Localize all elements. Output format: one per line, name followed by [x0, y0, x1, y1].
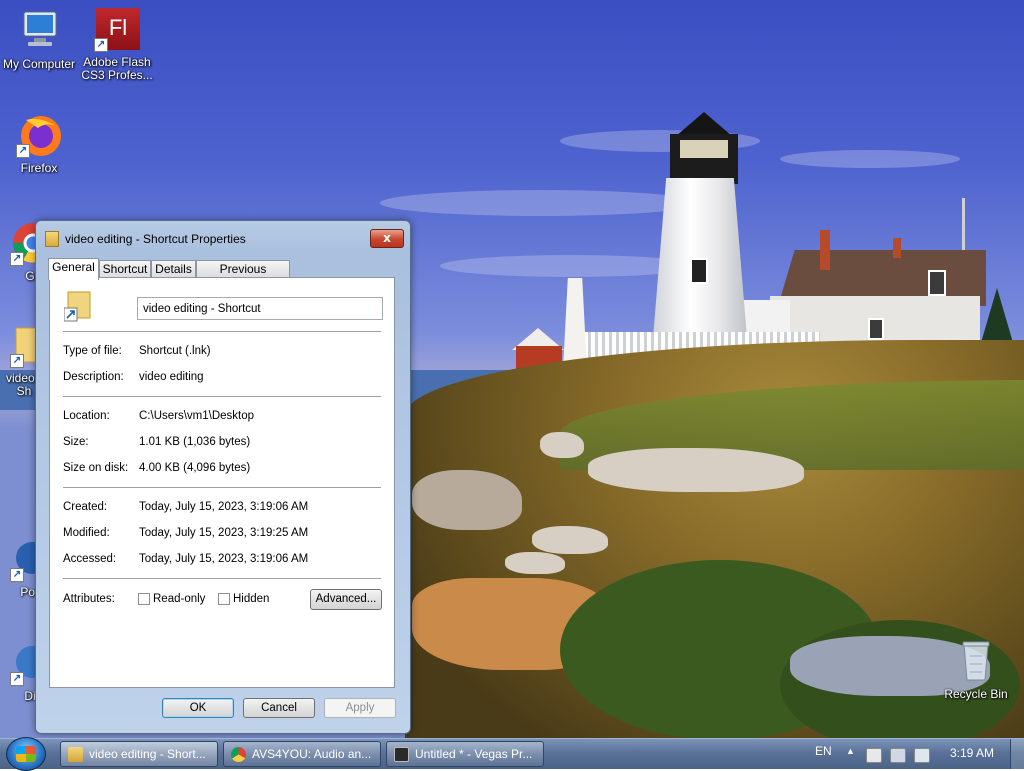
tab-details[interactable]: Details: [151, 260, 196, 278]
clock[interactable]: 3:19 AM: [950, 746, 994, 760]
cloud: [380, 190, 700, 216]
rock: [505, 552, 565, 574]
desktop-icon-firefox[interactable]: ↗ Firefox: [0, 112, 78, 175]
desktop-icon-dis[interactable]: ↗ Dis: [0, 640, 40, 703]
computer-icon: [16, 8, 62, 54]
taskbar-item-label: Untitled * - Vegas Pr...: [415, 747, 533, 761]
attributes-label: Attributes:: [63, 593, 115, 605]
shortcut-arrow-icon: ↗: [16, 144, 30, 158]
cloud: [780, 150, 960, 168]
tab-general[interactable]: General: [48, 258, 99, 280]
size-value: 1.01 KB (1,036 bytes): [139, 436, 251, 448]
properties-dialog: video editing - Shortcut Properties x Ge…: [35, 220, 411, 734]
taskbar-item-properties[interactable]: video editing - Short...: [60, 741, 218, 767]
start-button[interactable]: [6, 737, 46, 771]
lighthouse-roof: [676, 112, 732, 136]
shortcut-arrow-icon: ↗: [10, 672, 24, 686]
chimney: [820, 230, 830, 270]
size-on-disk-value: 4.00 KB (4,096 bytes): [139, 462, 251, 474]
desktop-icon-my-computer[interactable]: My Computer: [0, 8, 78, 71]
lighthouse-window: [690, 258, 708, 284]
created-label: Created:: [63, 501, 108, 513]
chrome-icon: [231, 747, 246, 762]
taskbar-item-vegas[interactable]: Untitled * - Vegas Pr...: [386, 741, 544, 767]
taskbar: video editing - Short... AVS4YOU: Audio …: [0, 737, 1024, 771]
firefox-icon: ↗: [16, 112, 62, 158]
shortcut-arrow-icon: ↗: [94, 38, 108, 52]
show-hidden-icons-icon[interactable]: ▲: [846, 746, 855, 756]
vegas-icon: [394, 747, 409, 762]
folder-icon: [68, 747, 83, 762]
modified-label: Modified:: [63, 527, 110, 539]
location-label: Location:: [63, 410, 110, 422]
desktop-icon-label: My Computer: [2, 57, 76, 71]
desktop-icon-adobe-flash[interactable]: Fl ↗ Adobe Flash CS3 Profes...: [78, 8, 156, 82]
windows-logo-icon: [16, 746, 36, 762]
desktop-icon-label: Adobe Flash CS3 Profes...: [81, 55, 153, 82]
advanced-button[interactable]: Advanced...: [310, 589, 382, 610]
lighthouse-glass: [680, 140, 728, 158]
general-tab-panel: Type of file: Shortcut (.lnk) Descriptio…: [49, 277, 395, 688]
action-center-icon[interactable]: [866, 748, 882, 763]
rock: [540, 432, 584, 458]
description-value: video editing: [139, 371, 204, 383]
accessed-label: Accessed:: [63, 553, 117, 565]
separator: [63, 578, 381, 579]
shortcut-arrow-icon: ↗: [10, 568, 24, 582]
readonly-label: Read-only: [153, 593, 206, 605]
rock: [532, 526, 608, 554]
desktop-icon-label: Firefox: [20, 161, 58, 175]
shortcut-file-icon: [45, 231, 59, 247]
accessed-value: Today, July 15, 2023, 3:19:06 AM: [139, 553, 309, 565]
type-label: Type of file:: [63, 345, 122, 357]
obelisk: [563, 278, 587, 370]
size-label: Size:: [63, 436, 89, 448]
cancel-button[interactable]: Cancel: [243, 698, 315, 718]
created-value: Today, July 15, 2023, 3:19:06 AM: [139, 501, 309, 513]
size-on-disk-label: Size on disk:: [63, 462, 129, 474]
desktop-icon-chrome[interactable]: ↗ Go Chi: [0, 220, 40, 283]
chimney: [893, 238, 901, 258]
taskbar-item-chrome[interactable]: AVS4YOU: Audio an...: [223, 741, 381, 767]
separator: [63, 396, 381, 397]
folder-shortcut-icon: [63, 290, 94, 322]
house-window: [928, 270, 946, 296]
tab-previous-versions[interactable]: Previous Versions: [196, 260, 290, 293]
dialog-title: video editing - Shortcut Properties: [65, 232, 246, 246]
hidden-label: Hidden: [233, 593, 270, 605]
shortcut-arrow-icon: ↗: [10, 252, 24, 266]
rock: [588, 448, 804, 492]
house-window: [868, 318, 884, 340]
desktop-icon-recycle-bin[interactable]: Recycle Bin: [936, 638, 1016, 701]
show-desktop-button[interactable]: [1010, 739, 1024, 769]
desktop-icon-pow[interactable]: ↗ Pow: [0, 536, 40, 599]
description-label: Description:: [63, 371, 124, 383]
desktop-icon-video-shortcut[interactable]: ↗ video - Sh: [0, 322, 40, 398]
shortcut-arrow-icon: ↗: [10, 354, 24, 368]
location-value: C:\Users\vm1\Desktop: [139, 410, 255, 422]
taskbar-item-label: AVS4YOU: Audio an...: [252, 747, 372, 761]
readonly-checkbox[interactable]: [138, 593, 150, 605]
tab-shortcut[interactable]: Shortcut: [99, 260, 151, 278]
type-value: Shortcut (.lnk): [139, 345, 211, 357]
close-button[interactable]: x: [370, 229, 404, 248]
close-icon: x: [383, 231, 391, 245]
hidden-checkbox[interactable]: [218, 593, 230, 605]
shortcut-name-input[interactable]: [137, 297, 383, 320]
taskbar-item-label: video editing - Short...: [89, 747, 206, 761]
volume-icon[interactable]: [914, 748, 930, 763]
modified-value: Today, July 15, 2023, 3:19:25 AM: [139, 527, 309, 539]
rock: [412, 470, 522, 530]
ok-button[interactable]: OK: [162, 698, 234, 718]
dialog-titlebar[interactable]: video editing - Shortcut Properties x: [36, 221, 410, 253]
separator: [63, 487, 381, 488]
recycle-bin-icon: [953, 638, 999, 684]
network-icon[interactable]: [890, 748, 906, 763]
language-indicator[interactable]: EN: [815, 744, 832, 758]
separator: [63, 331, 381, 332]
desktop-icon-label: Recycle Bin: [944, 687, 1008, 701]
apply-button[interactable]: Apply: [324, 698, 396, 718]
flash-icon: Fl ↗: [94, 8, 140, 52]
